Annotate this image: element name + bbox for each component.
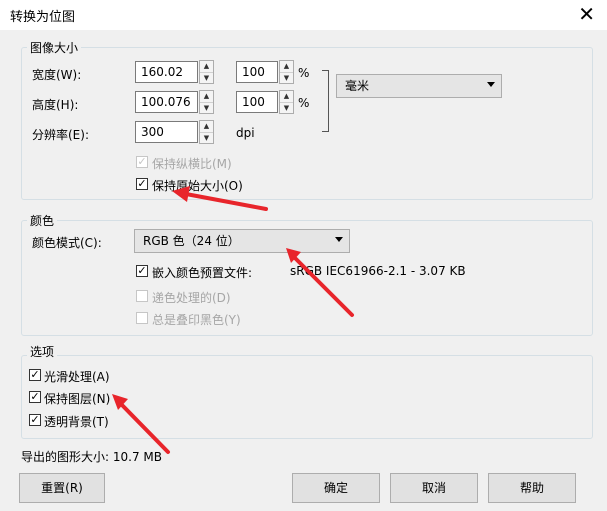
annotation-arrow-1 (172, 186, 268, 211)
annotation-arrow-2 (286, 248, 354, 317)
annotation-arrows (112, 186, 354, 454)
annotation-arrow-3 (112, 394, 170, 454)
